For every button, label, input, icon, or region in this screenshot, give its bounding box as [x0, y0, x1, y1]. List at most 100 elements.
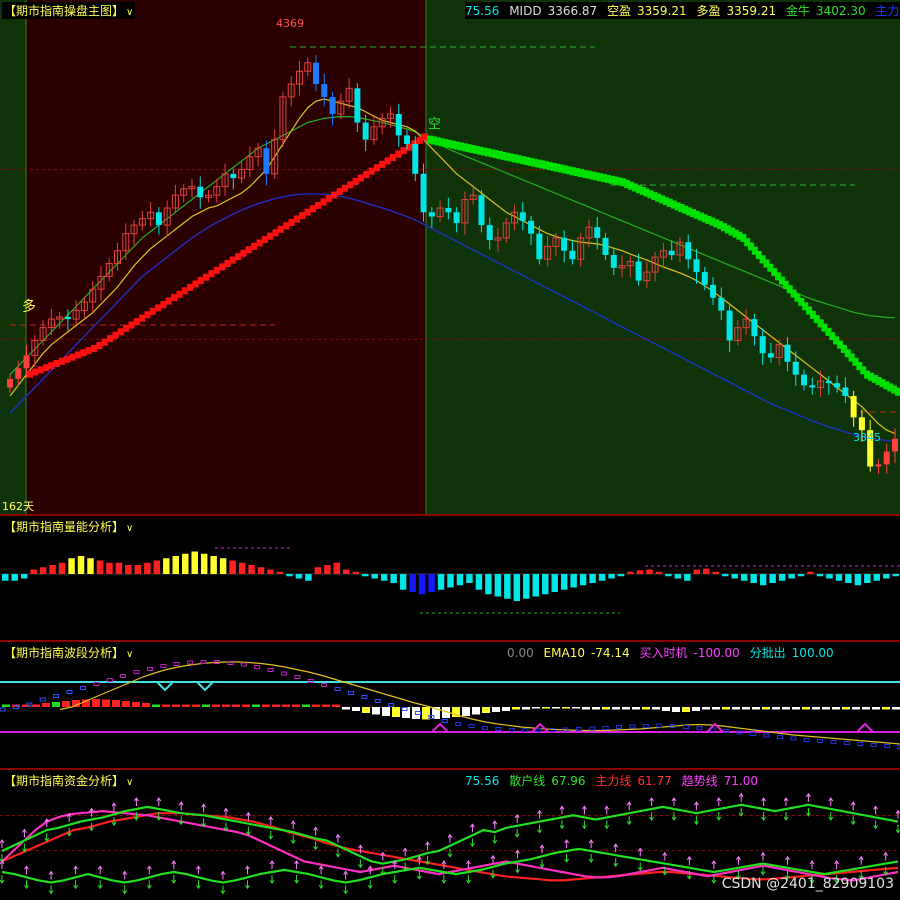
- candle-body: [858, 417, 865, 431]
- candle-body: [875, 464, 882, 467]
- volume-bar: [371, 574, 378, 579]
- buy-signal-bump: [431, 722, 449, 733]
- wave-bar: [382, 707, 390, 716]
- volume-bar: [646, 569, 653, 574]
- chevron-down-icon[interactable]: ∨: [126, 7, 133, 18]
- red-trail-dot: [357, 174, 364, 182]
- candle-body: [263, 148, 270, 174]
- wave-bar: [202, 704, 210, 707]
- wave-bar: [402, 707, 410, 718]
- volume-bar: [854, 574, 862, 586]
- volume-bar: [655, 571, 663, 574]
- wave-bar: [642, 707, 650, 710]
- wave-dot: [240, 662, 247, 667]
- red-trail-dot: [395, 150, 402, 158]
- green-trail-dot: [895, 387, 900, 396]
- candle-body: [561, 237, 568, 251]
- red-trail-dot: [352, 177, 359, 185]
- volume-bar: [665, 574, 672, 577]
- red-trail-dot: [149, 307, 156, 315]
- chevron-down-icon[interactable]: ∨: [126, 649, 133, 660]
- red-trail-dot: [336, 188, 343, 196]
- volume-bar: [617, 574, 625, 577]
- wave-bar: [752, 707, 760, 710]
- candle-body: [883, 451, 890, 465]
- wave-bar: [192, 704, 200, 707]
- wave-bar: [562, 707, 570, 709]
- volume-bar: [428, 574, 435, 592]
- wave-bar: [212, 704, 220, 707]
- wave-bar: [222, 704, 230, 707]
- watermark: CSDN @2401_82909103: [721, 876, 894, 892]
- main-legend-value: 75.56: [465, 4, 500, 18]
- wave-bar: [592, 707, 600, 710]
- volume-bar: [191, 551, 198, 574]
- wave-dot: [790, 736, 797, 741]
- wave-bar: [632, 707, 640, 710]
- candle-body: [668, 250, 675, 255]
- wave-panel-title[interactable]: 【期市指南波段分析】 ∨: [2, 644, 136, 661]
- wave-bar: [522, 707, 530, 710]
- wave-bar: [502, 707, 510, 711]
- volume-bar: [409, 574, 416, 592]
- wave-bar: [682, 707, 690, 712]
- wave-bar: [832, 707, 840, 710]
- wave-dot: [642, 724, 649, 728]
- separator-1: [0, 514, 900, 516]
- chevron-down-icon[interactable]: ∨: [126, 777, 133, 788]
- fund-zero-value: 75.56: [465, 774, 500, 788]
- volume-bar: [703, 568, 710, 574]
- wave-bar: [362, 707, 370, 713]
- wave-dot: [173, 662, 180, 666]
- candle-body: [445, 208, 452, 213]
- wave-bar: [822, 707, 830, 710]
- wave-dot: [361, 695, 368, 699]
- retail-label: 散户线: [509, 774, 546, 788]
- volume-bar: [125, 565, 132, 574]
- candle-body: [569, 250, 576, 260]
- red-trail-dot: [176, 290, 183, 298]
- wave-bar: [312, 704, 320, 707]
- wave-dot: [589, 726, 596, 731]
- volume-panel-title[interactable]: 【期市指南量能分析】 ∨: [2, 518, 136, 535]
- wave-dot: [187, 660, 194, 665]
- volume-bar: [58, 562, 66, 574]
- candle-body: [759, 336, 766, 354]
- volume-bar: [437, 574, 445, 590]
- candle-body: [7, 378, 13, 388]
- candle-body: [313, 62, 320, 85]
- wave-bar: [732, 707, 740, 710]
- wave-dot: [535, 728, 542, 732]
- fund-panel-title[interactable]: 【期市指南资金分析】 ∨: [2, 772, 136, 789]
- red-trail-dot: [224, 259, 231, 267]
- volume-bar: [807, 571, 814, 574]
- volume-bar: [343, 569, 350, 574]
- volume-bar: [447, 574, 454, 588]
- fund-trend-label: 趋势线: [681, 774, 718, 788]
- volume-bar: [722, 574, 729, 577]
- wave-dot: [843, 741, 850, 745]
- red-trail-dot: [85, 347, 92, 355]
- buy-value: -100.00: [693, 646, 740, 660]
- candle-body: [15, 368, 22, 379]
- wave-bar: [612, 707, 620, 710]
- wave-bar: [32, 704, 40, 707]
- red-trail-dot: [53, 359, 60, 367]
- wave-bar: [892, 707, 900, 710]
- main-panel-title[interactable]: 【期市指南操盘主图】 ∨: [2, 2, 136, 19]
- ema-value: -74.14: [590, 646, 630, 660]
- chevron-down-icon[interactable]: ∨: [126, 523, 133, 534]
- wave-bar: [512, 707, 520, 710]
- duo-marker: 多: [22, 299, 36, 315]
- volume-bar: [523, 574, 530, 599]
- red-trail-dot: [229, 256, 236, 264]
- wave-zero-value: 0.00: [507, 646, 534, 660]
- wave-dot: [280, 671, 287, 676]
- buy-label: 买入时机: [639, 646, 688, 660]
- red-trail-dot: [197, 277, 204, 285]
- wave-bar: [692, 707, 700, 711]
- red-trail-dot: [112, 331, 119, 339]
- wave-bar: [282, 704, 290, 707]
- wave-bar: [782, 707, 790, 710]
- wave-bar: [772, 707, 780, 710]
